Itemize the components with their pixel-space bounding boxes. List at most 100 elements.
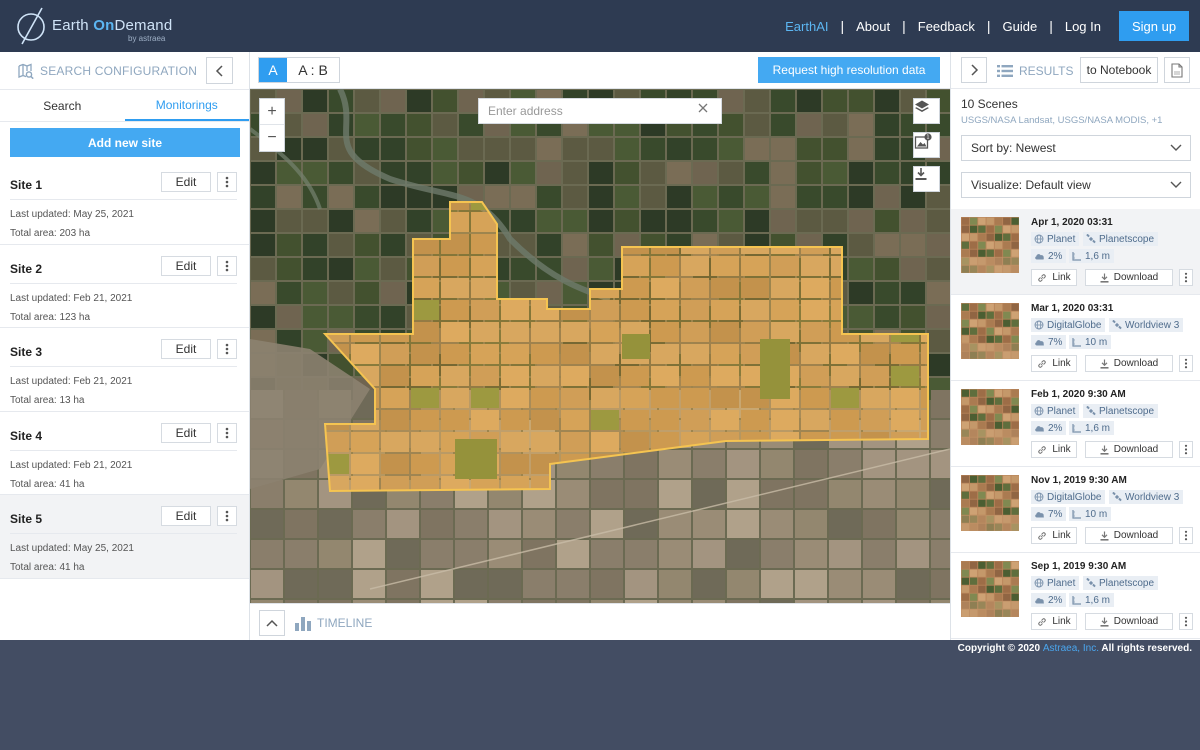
edit-site-button[interactable]: Edit xyxy=(161,172,211,192)
site-menu-button[interactable] xyxy=(217,172,237,192)
address-search-input[interactable] xyxy=(479,99,695,123)
scene-menu-button[interactable] xyxy=(1179,613,1193,630)
site-item[interactable]: Site 3 Edit Last updated: Feb 21, 2021 Tota… xyxy=(0,328,249,412)
scene-link-button[interactable]: Link xyxy=(1031,613,1077,630)
nav-earthai[interactable]: EarthAI xyxy=(773,19,840,34)
nav-guide[interactable]: Guide xyxy=(991,19,1050,34)
map-view[interactable]: + − 1 xyxy=(250,89,950,603)
scene-link-button[interactable]: Link xyxy=(1031,527,1077,544)
site-item[interactable]: Site 1 Edit Last updated: May 25, 2021 Tota… xyxy=(0,161,249,245)
scene-download-button[interactable]: Download xyxy=(1085,355,1173,372)
site-item[interactable]: Site 4 Edit Last updated: Feb 21, 2021 Tota… xyxy=(0,412,249,495)
tab-search[interactable]: Search xyxy=(0,90,125,121)
svg-text:1: 1 xyxy=(926,135,929,141)
edit-site-button[interactable]: Edit xyxy=(161,339,211,359)
clear-search-button[interactable] xyxy=(698,103,714,119)
scene-download-button[interactable]: Download xyxy=(1085,527,1173,544)
site-name: Site 2 xyxy=(10,261,43,276)
edit-site-button[interactable]: Edit xyxy=(161,422,211,443)
download-label: Download xyxy=(1113,530,1159,541)
panel-tabs: Search Monitorings xyxy=(0,90,249,122)
satellite-map[interactable] xyxy=(250,89,950,603)
map-toolbar: A A : B Request high resolution data xyxy=(250,52,950,89)
layers-button[interactable] xyxy=(913,98,940,124)
site-last-updated: Last updated: May 25, 2021 xyxy=(10,543,134,554)
scene-thumbnail[interactable] xyxy=(961,561,1019,617)
cloud-icon xyxy=(1035,598,1044,604)
site-total-area: Total area: 41 ha xyxy=(10,478,85,490)
scene-card[interactable]: Mar 1, 2020 03:31 DigitalGlobe Worldview 3… xyxy=(951,295,1200,381)
collapse-panel-button[interactable] xyxy=(206,57,233,84)
timeline-expand-button[interactable] xyxy=(259,610,285,636)
site-divider xyxy=(10,199,237,200)
scene-cloud-cover: 2% xyxy=(1048,594,1063,606)
brand-logo[interactable]: Earth OnDemand by astraea xyxy=(16,6,196,46)
edit-site-button[interactable]: Edit xyxy=(161,506,211,526)
image-info-button[interactable]: 1 xyxy=(913,132,940,158)
astraea-link[interactable]: Astraea, Inc. xyxy=(1043,643,1099,654)
scene-menu-button[interactable] xyxy=(1179,355,1193,372)
compare-mode-toggle: A A : B xyxy=(258,57,340,83)
scene-card[interactable]: Sep 1, 2019 9:30 AM Planet Planetscope 2% 1,… xyxy=(951,553,1200,639)
nav-about[interactable]: About xyxy=(844,19,902,34)
scene-resolution-chip: 10 m xyxy=(1069,507,1112,521)
signup-button[interactable]: Sign up xyxy=(1119,11,1189,41)
sort-select[interactable]: Sort by: Newest xyxy=(961,135,1191,161)
scene-thumbnail[interactable] xyxy=(961,475,1019,531)
scene-menu-button[interactable] xyxy=(1179,527,1193,544)
add-new-site-button[interactable]: Add new site xyxy=(10,128,240,157)
scene-menu-button[interactable] xyxy=(1179,441,1193,458)
kebab-menu-icon xyxy=(1184,616,1188,627)
visualize-select[interactable]: Visualize: Default view xyxy=(961,172,1191,198)
site-menu-button[interactable] xyxy=(217,506,237,526)
scene-menu-button[interactable] xyxy=(1179,269,1193,286)
scene-provider: DigitalGlobe xyxy=(1047,319,1102,331)
resolution-icon xyxy=(1072,338,1081,347)
request-high-resolution-button[interactable]: Request high resolution data xyxy=(758,57,940,83)
kebab-menu-icon xyxy=(225,176,229,188)
scene-download-button[interactable]: Download xyxy=(1085,269,1173,286)
scene-thumbnail[interactable] xyxy=(961,389,1019,445)
to-notebook-button[interactable]: to Notebook xyxy=(1080,57,1158,83)
mode-a-button[interactable]: A xyxy=(259,58,287,82)
scene-provider-chip: DigitalGlobe xyxy=(1031,490,1106,504)
scene-thumbnail[interactable] xyxy=(961,217,1019,273)
chevron-down-icon xyxy=(1170,144,1182,151)
globe-icon xyxy=(1034,406,1044,416)
scene-card[interactable]: Feb 1, 2020 9:30 AM Planet Planetscope 2% 1,… xyxy=(951,381,1200,467)
zoom-out-button[interactable]: − xyxy=(260,125,284,151)
scene-link-button[interactable]: Link xyxy=(1031,269,1077,286)
scenes-sources[interactable]: USGS/NASA Landsat, USGS/NASA MODIS, +1 xyxy=(961,115,1162,126)
scene-card[interactable]: Nov 1, 2019 9:30 AM DigitalGlobe Worldview… xyxy=(951,467,1200,553)
expand-results-button[interactable] xyxy=(961,57,987,83)
site-menu-button[interactable] xyxy=(217,339,237,359)
scene-thumbnail[interactable] xyxy=(961,303,1019,359)
site-item[interactable]: Site 2 Edit Last updated: Feb 21, 2021 Tota… xyxy=(0,245,249,328)
site-menu-button[interactable] xyxy=(217,422,237,443)
site-last-updated: Last updated: Feb 21, 2021 xyxy=(10,376,133,387)
chevron-right-icon xyxy=(971,64,979,76)
nav-login[interactable]: Log In xyxy=(1053,19,1113,34)
export-document-button[interactable] xyxy=(1164,57,1190,83)
scene-provider-chip: Planet xyxy=(1031,404,1080,418)
scene-link-button[interactable]: Link xyxy=(1031,441,1077,458)
scene-link-button[interactable]: Link xyxy=(1031,355,1077,372)
satellite-icon xyxy=(1086,406,1096,416)
tab-monitorings[interactable]: Monitorings xyxy=(124,90,249,121)
scene-date: Sep 1, 2019 9:30 AM xyxy=(1031,561,1127,572)
site-list: Site 1 Edit Last updated: May 25, 2021 Tota… xyxy=(0,161,249,579)
scene-cloud-cover: 2% xyxy=(1048,250,1063,262)
site-divider xyxy=(10,449,237,451)
site-menu-button[interactable] xyxy=(217,255,237,276)
scene-download-button[interactable]: Download xyxy=(1085,613,1173,630)
edit-site-button[interactable]: Edit xyxy=(161,255,211,276)
scene-card[interactable]: Apr 1, 2020 03:31 Planet Planetscope 2% 1,6 … xyxy=(951,209,1200,295)
nav-feedback[interactable]: Feedback xyxy=(906,19,987,34)
download-map-button[interactable] xyxy=(913,166,940,192)
zoom-in-button[interactable]: + xyxy=(260,99,284,125)
scene-download-button[interactable]: Download xyxy=(1085,441,1173,458)
timeline-label[interactable]: TIMELINE xyxy=(294,615,372,631)
site-item[interactable]: Site 5 Edit Last updated: May 25, 2021 Tota… xyxy=(0,495,249,579)
mode-ab-button[interactable]: A : B xyxy=(287,58,339,82)
satellite-icon xyxy=(1086,578,1096,588)
